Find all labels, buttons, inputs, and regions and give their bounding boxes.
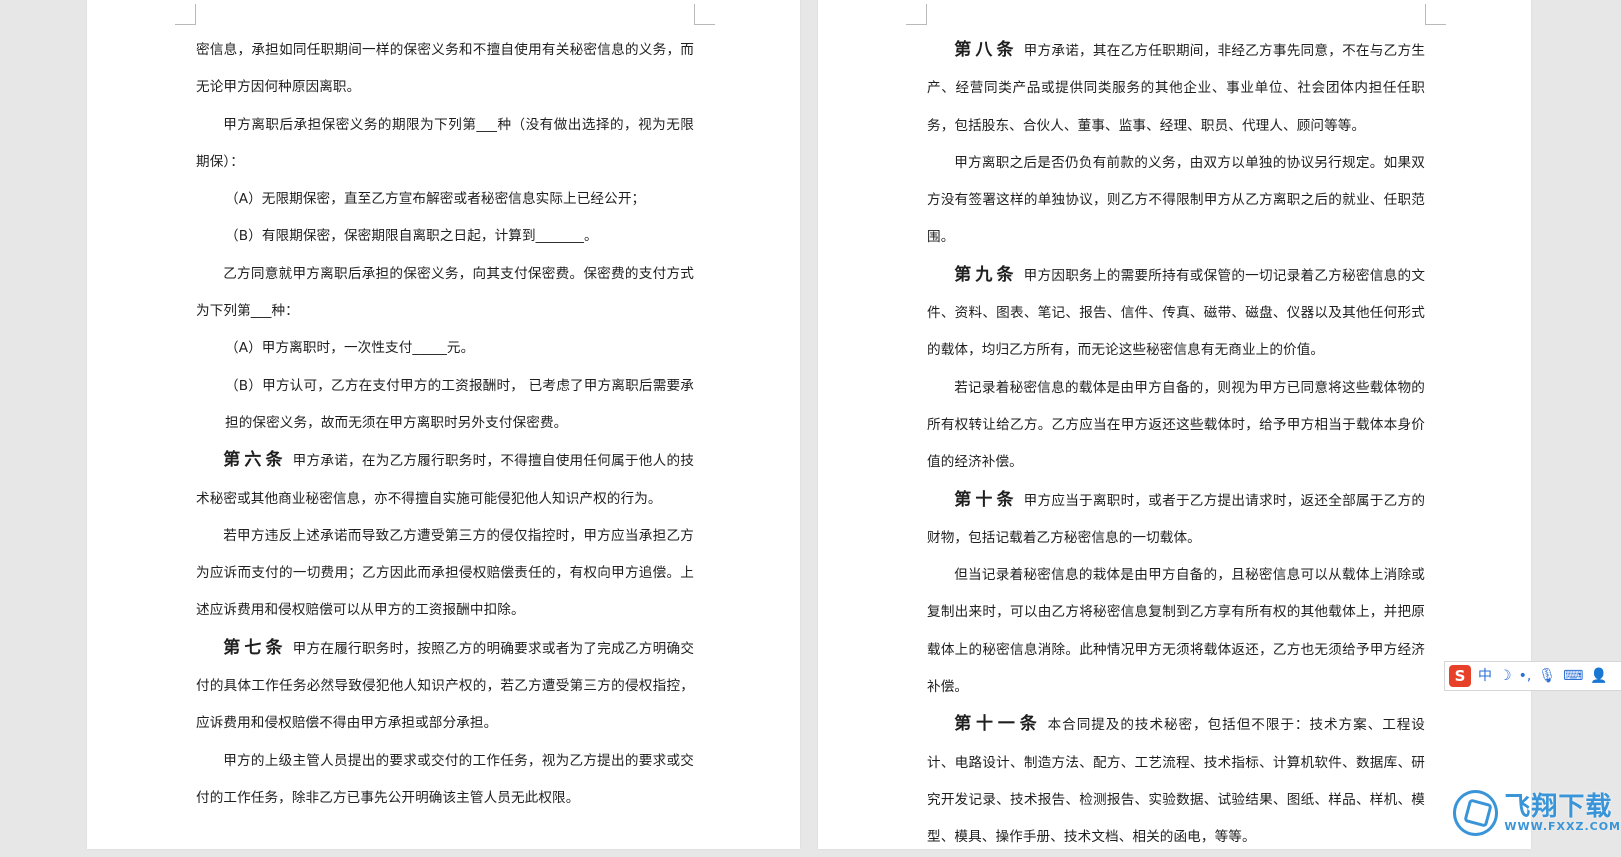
body-paragraph: 若甲方违反上述承诺而导致乙方遭受第三方的侵仅指控时，甲方应当承担乙方为应诉而支付… <box>196 527 694 619</box>
page-corner-mark <box>1425 4 1446 25</box>
body-paragraph: 甲方离职之后是否仍负有前款的义务，由双方以单独的协议另行规定。如果双方没有签署这… <box>927 154 1425 246</box>
document-page-left: 密信息，承担如同任职期间一样的保密义务和不擅自使用有关秘密信息的义务，而无论甲方… <box>87 0 800 849</box>
option-paragraph: （A）甲方离职时，一次性支付_____元。 <box>225 340 475 357</box>
article-paragraph: 第八条 甲方承诺，其在乙方任职期间，非经乙方事先同意，不在与乙方生产、经营同类产品… <box>927 32 1425 145</box>
user-icon[interactable]: 👤 <box>1590 669 1607 683</box>
article-number: 第六条 <box>223 450 287 471</box>
page-corner-mark <box>175 4 196 25</box>
article-paragraph: 第九条 甲方因职务上的需要所持有或保管的一切记录着乙方秘密信息的文件、资料、图表、… <box>927 257 1425 370</box>
page-corner-mark <box>906 4 927 25</box>
watermark-cn-text: 飞翔下载 <box>1504 791 1613 822</box>
ime-chinese-mode[interactable]: 中 <box>1478 669 1492 683</box>
option-paragraph: （B）甲方认可，乙方在支付甲方的工资报酬时， 已考虑了甲方离职后需要承担的保密义… <box>225 377 694 431</box>
article-number: 第八条 <box>954 40 1018 60</box>
punctuation-icon[interactable]: •, <box>1519 669 1532 683</box>
body-paragraph: 但当记录着秘密信息的栽体是由甲方自备的，且秘密信息可以从载体上消除或复制出来时，… <box>927 567 1425 696</box>
document-page-right: 第八条 甲方承诺，其在乙方任职期间，非经乙方事先同意，不在与乙方生产、经营同类产品… <box>818 0 1531 849</box>
keyboard-icon[interactable]: ⌨ <box>1563 669 1583 683</box>
page-text-area[interactable]: 第八条 甲方承诺，其在乙方任职期间，非经乙方事先同意，不在与乙方生产、经营同类产品… <box>927 32 1425 857</box>
body-paragraph: 密信息，承担如同任职期间一样的保密义务和不擅自使用有关秘密信息的义务，而无论甲方… <box>196 42 694 96</box>
watermark-url-text: WWW.FXXZ.COM <box>1504 819 1621 833</box>
body-paragraph: 乙方同意就甲方离职后承担的保密义务，向其支付保密费。保密费的支付方式为下列第__… <box>196 265 694 320</box>
option-paragraph: （A）无限期保密，直至乙方宣布解密或者秘密信息实际上已经公开； <box>225 191 646 208</box>
article-number: 第九条 <box>954 264 1018 285</box>
article-paragraph: 第十条 甲方应当于离职时，或者于乙方提出请求时，返还全部属于乙方的财物，包括记载着… <box>927 482 1425 558</box>
article-text: 本合同提及的技术秘密，包括但不限于：技术方案、工程设计、电路设计、制造方法、配方… <box>927 717 1425 846</box>
microphone-icon[interactable]: 🎙 <box>1538 669 1556 683</box>
moon-icon[interactable]: ☽ <box>1499 669 1512 683</box>
article-number: 第十一条 <box>954 714 1042 735</box>
article-paragraph: 第十一条 本合同提及的技术秘密，包括但不限于：技术方案、工程设计、电路设计、制造方… <box>927 706 1425 856</box>
option-paragraph: （B）有限期保密，保密期限自离职之日起，计算到_______。 <box>225 228 598 245</box>
article-number: 第七条 <box>223 637 287 658</box>
body-paragraph: 若记录着秘密信息的载体是由甲方自备的，则视为甲方已同意将这些载体物的所有权转让给… <box>927 379 1425 471</box>
article-paragraph: 第七条 甲方在履行职务时，按照乙方的明确要求或者为了完成乙方明确交付的具体工作任务… <box>196 630 694 743</box>
watermark-logo-icon <box>1453 790 1499 836</box>
page-corner-mark <box>694 4 715 25</box>
body-paragraph: 甲方离职后承担保密义务的期限为下列第___种（没有做出选择的，视为无限期保）： <box>196 116 694 170</box>
article-paragraph: 第六条 甲方承诺，在为乙方履行职务时，不得擅自使用任何属于他人的技术秘密或其他商业… <box>196 442 694 518</box>
article-number: 第十条 <box>954 489 1018 510</box>
site-watermark: 飞翔下载 WWW.FXXZ.COM <box>1453 783 1621 843</box>
sogou-logo-icon[interactable]: S <box>1449 665 1471 687</box>
page-text-area[interactable]: 密信息，承担如同任职期间一样的保密义务和不擅自使用有关秘密信息的义务，而无论甲方… <box>196 32 694 817</box>
ime-toolbar[interactable]: S 中 ☽ •, 🎙 ⌨ 👤 <box>1444 661 1621 691</box>
body-paragraph: 甲方的上级主管人员提出的要求或交付的工作任务，视为乙方提出的要求或交付的工作任务… <box>196 752 694 806</box>
